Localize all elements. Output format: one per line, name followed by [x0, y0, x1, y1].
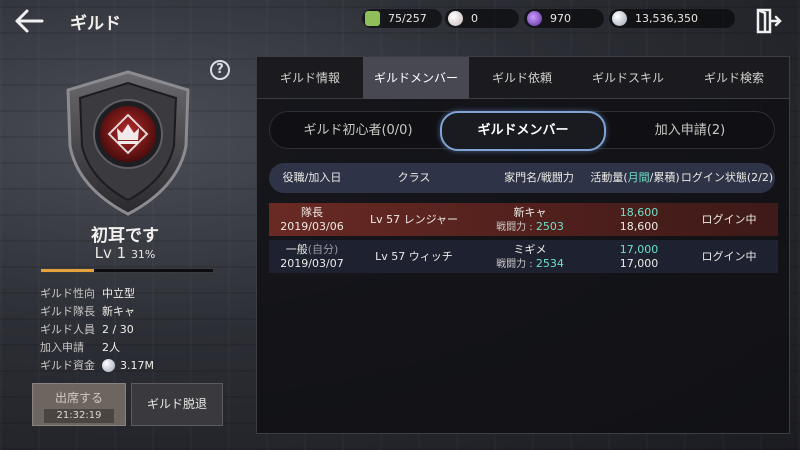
member-class: Lv 57 レンジャー	[369, 213, 459, 226]
member-join-date: 2019/03/07	[280, 257, 344, 270]
table-row[interactable]: 隊長 2019/03/06 Lv 57 レンジャー 新キャ 戦闘力 : 2503…	[269, 203, 778, 236]
header-role-date: 役職/加入日	[282, 171, 342, 184]
info-label: ギルド資金	[40, 359, 95, 372]
attend-timer: 21:32:19	[44, 409, 114, 423]
header-class: クラス	[397, 171, 431, 184]
resource-value: 970	[550, 12, 571, 25]
member-activity-total: 17,000	[619, 257, 659, 270]
info-label: 加入申請	[40, 341, 84, 354]
member-role: 隊長	[301, 206, 323, 219]
back-arrow-icon	[15, 9, 44, 33]
info-label: ギルド隊長	[40, 305, 95, 318]
info-value: 新キャ	[102, 305, 135, 318]
leave-guild-button[interactable]: ギルド脱退	[131, 383, 223, 426]
resource-value: 0	[471, 12, 478, 25]
crystal-icon	[527, 11, 542, 26]
main-tabs: ギルド情報 ギルドメンバー ギルド依頼 ギルドスキル ギルド検索	[257, 57, 789, 99]
tab-guild-quests[interactable]: ギルド依頼	[469, 57, 575, 99]
header-activity: 活動量(月間/累積)	[585, 163, 685, 193]
member-activity-total: 18,600	[619, 220, 659, 233]
info-label: ギルド性向	[40, 287, 95, 300]
resource-stamina: 75/257	[362, 9, 442, 28]
attend-label: 出席する	[54, 391, 103, 405]
info-value: 2人	[102, 341, 120, 354]
member-class: Lv 57 ウィッチ	[375, 250, 453, 263]
info-value: 中立型	[102, 287, 135, 300]
guild-level-percent: 31%	[130, 248, 156, 261]
info-row-members: ギルド人員 2 / 30	[40, 320, 154, 338]
member-family: 新キャ	[513, 206, 547, 219]
page-title: ギルド	[70, 14, 121, 34]
guild-name: 初耳です	[91, 226, 159, 246]
tab-guild-info[interactable]: ギルド情報	[257, 57, 363, 99]
table-row[interactable]: 一般(自分) 2019/03/07 Lv 57 ウィッチ ミギメ 戦闘力 : 2…	[269, 240, 778, 273]
top-bar: ギルド 75/257 0 970 13,536,350	[0, 0, 800, 40]
power-label: 戦闘力 :	[496, 259, 536, 270]
info-row-alignment: ギルド性向 中立型	[40, 284, 154, 302]
member-power: 戦闘力 : 2503	[475, 220, 585, 235]
member-power-value: 2534	[535, 257, 564, 270]
guild-level: Lv 1 31%	[40, 244, 210, 262]
tab-guild-members[interactable]: ギルドメンバー	[363, 57, 469, 99]
subtab-members[interactable]: ギルドメンバー	[440, 111, 606, 151]
header-login-status: ログイン状態(2/2)	[680, 171, 774, 184]
power-label: 戦闘力 :	[496, 222, 536, 233]
tab-guild-skills[interactable]: ギルドスキル	[575, 57, 681, 99]
pearl-icon	[448, 11, 463, 26]
help-button[interactable]: ?	[210, 60, 230, 80]
guild-level-value: Lv 1	[94, 244, 127, 262]
member-join-date: 2019/03/06	[280, 220, 344, 233]
stamina-icon	[365, 11, 380, 26]
member-role: 一般(自分)	[269, 243, 355, 257]
resource-silver: 13,536,350	[609, 9, 735, 28]
info-row-applications: 加入申請 2人	[40, 338, 154, 356]
member-login-status: ログイン中	[701, 213, 757, 226]
resource-value: 13,536,350	[635, 12, 698, 25]
info-row-leader: ギルド隊長 新キャ	[40, 302, 154, 320]
exit-button[interactable]	[754, 8, 782, 34]
silver-icon	[612, 11, 627, 26]
member-activity-monthly: 17,000	[619, 243, 659, 256]
member-family: ミギメ	[513, 243, 547, 256]
exit-door-icon	[756, 8, 782, 34]
resource-value: 75/257	[388, 12, 427, 25]
member-role-value: 一般	[285, 243, 308, 256]
info-label: ギルド人員	[40, 323, 95, 336]
guild-xp-fill	[41, 269, 95, 272]
guild-emblem	[60, 68, 196, 218]
subtab-beginners[interactable]: ギルド初心者(0/0)	[278, 112, 438, 150]
header-family-power: 家門名/戦闘力	[504, 171, 574, 184]
table-header: 役職/加入日 クラス 家門名/戦闘力 活動量(月間/累積) ログイン状態(2/2…	[269, 163, 775, 193]
tab-guild-search[interactable]: ギルド検索	[681, 57, 787, 99]
silver-coin-icon	[102, 358, 115, 372]
guild-crest-icon	[66, 70, 190, 216]
info-value: 2 / 30	[102, 322, 134, 336]
header-activity-monthly: 月間	[627, 171, 650, 184]
header-activity-suffix: /累積)	[649, 171, 680, 184]
guild-funds-value: 3.17M	[120, 358, 154, 372]
attend-button[interactable]: 出席する 21:32:19	[32, 383, 126, 426]
info-value: 3.17M	[102, 358, 154, 372]
back-button[interactable]	[14, 8, 44, 34]
member-power-value: 2503	[535, 220, 564, 233]
member-power: 戦闘力 : 2534	[475, 257, 585, 272]
guild-info-list: ギルド性向 中立型 ギルド隊長 新キャ ギルド人員 2 / 30 加入申請 2人…	[40, 284, 154, 374]
guild-xp-bar	[40, 268, 214, 273]
header-activity-prefix: 活動量(	[590, 171, 628, 184]
sub-tabs: ギルド初心者(0/0) ギルドメンバー 加入申請(2)	[269, 111, 775, 151]
member-role-note: (自分)	[307, 243, 339, 256]
resource-pearl: 0	[445, 9, 519, 28]
subtab-applications[interactable]: 加入申請(2)	[610, 112, 770, 150]
guild-panel: ギルド情報 ギルドメンバー ギルド依頼 ギルドスキル ギルド検索 ギルド初心者(…	[256, 56, 790, 434]
member-login-status: ログイン中	[701, 250, 757, 263]
resource-crystal: 970	[524, 9, 604, 28]
info-row-funds: ギルド資金 3.17M	[40, 356, 154, 374]
member-activity-monthly: 18,600	[619, 206, 659, 219]
